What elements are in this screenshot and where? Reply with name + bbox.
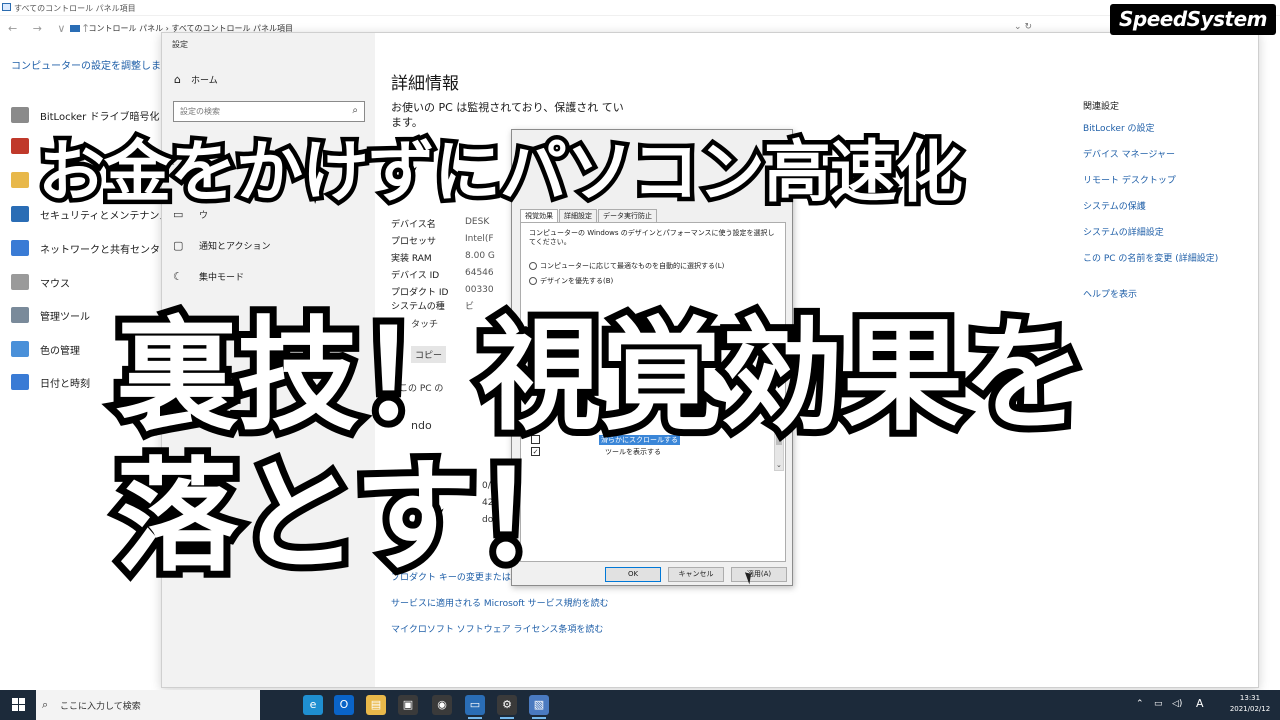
related-link-advanced-system[interactable]: システムの詳細設定 <box>1083 225 1218 251</box>
search-placeholder: 設定の検索 <box>180 107 220 116</box>
spec-label: 実装 RAM <box>391 254 432 264</box>
related-link-rename-pc[interactable]: この PC の名前を変更 (詳細設定) <box>1083 251 1218 277</box>
notification-icon: ▢ <box>173 239 184 252</box>
caption-line-1: お金をかけずにパソコン高速化 <box>34 129 968 216</box>
outlook-icon[interactable]: O <box>334 695 354 715</box>
search-icon: ⌕ <box>352 105 358 116</box>
control-panel-small-icon <box>70 25 80 32</box>
clock[interactable]: 13:31 2021/02/12 <box>1228 693 1272 715</box>
spec-value: 8.00 G <box>465 251 495 261</box>
help-link[interactable]: ヘルプを表示 <box>1083 287 1218 313</box>
control-panel-heading: コンピューターの設定を調整します <box>11 61 171 72</box>
flag-icon <box>11 206 29 222</box>
chevron-down-icon[interactable]: ⌄ <box>776 461 782 469</box>
page-title: 詳細情報 <box>391 74 459 94</box>
control-panel-item-label: ネットワークと共有センター <box>40 244 170 256</box>
radio-button[interactable] <box>529 262 537 270</box>
spec-label: プロセッサ <box>391 237 437 247</box>
task-view-icon[interactable] <box>270 695 290 715</box>
taskbar-search-input[interactable]: ⌕ ここに入力して検索 <box>36 690 260 720</box>
control-panel-item[interactable]: 管理ツール <box>11 305 90 325</box>
color-management-icon <box>11 341 29 357</box>
control-panel-icon <box>2 3 11 11</box>
related-link-remote-desktop[interactable]: リモート デスクトップ <box>1083 173 1218 199</box>
control-panel-item-label: マウス <box>40 278 70 290</box>
clock-icon <box>11 374 29 390</box>
backup-icon <box>11 138 29 154</box>
taskbar-search-placeholder: ここに入力して検索 <box>60 702 141 712</box>
ok-button[interactable]: OK <box>605 567 661 582</box>
control-panel-item-label: 管理ツール <box>40 311 90 323</box>
edge-icon[interactable]: e <box>303 695 323 715</box>
admin-tools-icon <box>11 307 29 323</box>
apply-button[interactable]: 適用(A) <box>731 567 787 582</box>
taskbar: ⌕ ここに入力して検索 e O ▤ ▣ ◉ ▭ ⚙ ▧ ⌃ ▭ ◁) A 13:31 2021… <box>0 690 1280 720</box>
volume-icon[interactable]: ◁) <box>1172 699 1182 709</box>
photos-icon[interactable]: ◉ <box>432 695 452 715</box>
cancel-button[interactable]: キャンセル <box>668 567 724 582</box>
home-label: ホーム <box>190 76 218 86</box>
search-icon: ⌕ <box>42 698 49 711</box>
control-panel-item[interactable] <box>11 170 40 190</box>
folder-icon <box>11 172 29 188</box>
related-settings-heading: 関連設定 <box>1083 102 1120 112</box>
settings-icon[interactable]: ⚙ <box>497 695 517 719</box>
radio-label: コンピューターに応じて最適なものを自動的に選択する(L) <box>540 262 725 270</box>
sidebar-item-label: 通知とアクション <box>199 242 271 252</box>
related-link-system-protection[interactable]: システムの保護 <box>1083 199 1218 225</box>
explorer-icon[interactable]: ▤ <box>366 695 386 715</box>
related-settings: 関連設定 BitLocker の設定 デバイス マネージャー リモート デスクト… <box>1083 99 1218 313</box>
system-tray: ⌃ ▭ ◁) A 13:31 2021/02/12 <box>1132 690 1272 720</box>
spec-row: デバイス名 DESK <box>391 217 489 230</box>
spec-row: プロセッサ Intel(F <box>391 234 494 247</box>
spec-label: デバイス名 <box>391 220 436 230</box>
remote-icon[interactable]: ▭ <box>465 695 485 719</box>
control-panel-item[interactable]: ネットワークと共有センター <box>11 238 170 258</box>
related-link-bitlocker[interactable]: BitLocker の設定 <box>1083 121 1218 147</box>
home-icon: ⌂ <box>174 73 181 86</box>
store-icon[interactable]: ▣ <box>398 695 418 715</box>
related-link-device-manager[interactable]: デバイス マネージャー <box>1083 147 1218 173</box>
control-panel-window-title: すべてのコントロール パネル項目 <box>14 4 136 13</box>
channel-logo: SpeedSystem <box>1110 4 1276 35</box>
settings-home-link[interactable]: ⌂ ホーム <box>174 73 218 86</box>
radio-auto[interactable]: コンピューターに応じて最適なものを自動的に選択する(L) <box>529 261 724 271</box>
control-panel-item[interactable]: マウス <box>11 272 70 292</box>
spec-value: Intel(F <box>465 234 494 244</box>
license-terms-link[interactable]: マイクロソフト ソフトウェア ライセンス条項を読む <box>391 622 603 635</box>
caption-line-3: 落とす！ <box>109 439 604 595</box>
system-icon[interactable]: ▧ <box>529 695 549 719</box>
network-icon[interactable]: ▭ <box>1154 699 1163 709</box>
control-panel-item[interactable]: 日付と時刻 <box>11 372 90 392</box>
service-agreement-link[interactable]: サービスに適用される Microsoft サービス規約を読む <box>391 596 609 609</box>
ime-indicator[interactable]: A <box>1196 697 1204 710</box>
clock-time: 13:31 <box>1239 694 1261 702</box>
network-icon <box>11 240 29 256</box>
bitlocker-icon <box>11 107 29 123</box>
spec-value: DESK <box>465 217 490 227</box>
tray-chevron-icon[interactable]: ⌃ <box>1136 699 1144 709</box>
clock-date: 2021/02/12 <box>1229 705 1271 713</box>
control-panel-titlebar: すべてのコントロール パネル項目 <box>0 0 1280 16</box>
sidebar-item-notifications[interactable]: ▢ 通知とアクション <box>173 239 271 252</box>
mouse-icon <box>11 274 29 290</box>
control-panel-item[interactable] <box>11 136 40 156</box>
visual-effects-description: コンピューターの Windows のデザインとパフォーマンスに使う設定を選択して… <box>529 229 775 246</box>
settings-title: 設定 <box>172 40 188 49</box>
refresh-icon[interactable]: ⌄ ↻ <box>1014 22 1032 32</box>
breadcrumb-item[interactable]: コントロール パネル <box>89 24 164 33</box>
control-panel-item[interactable]: 色の管理 <box>11 339 80 359</box>
windows-start-icon[interactable] <box>12 698 26 712</box>
control-panel-item-label: 日付と時刻 <box>40 378 90 390</box>
control-panel-item-label: 色の管理 <box>40 345 80 357</box>
spec-row: 実装 RAM 8.00 G <box>391 251 495 264</box>
